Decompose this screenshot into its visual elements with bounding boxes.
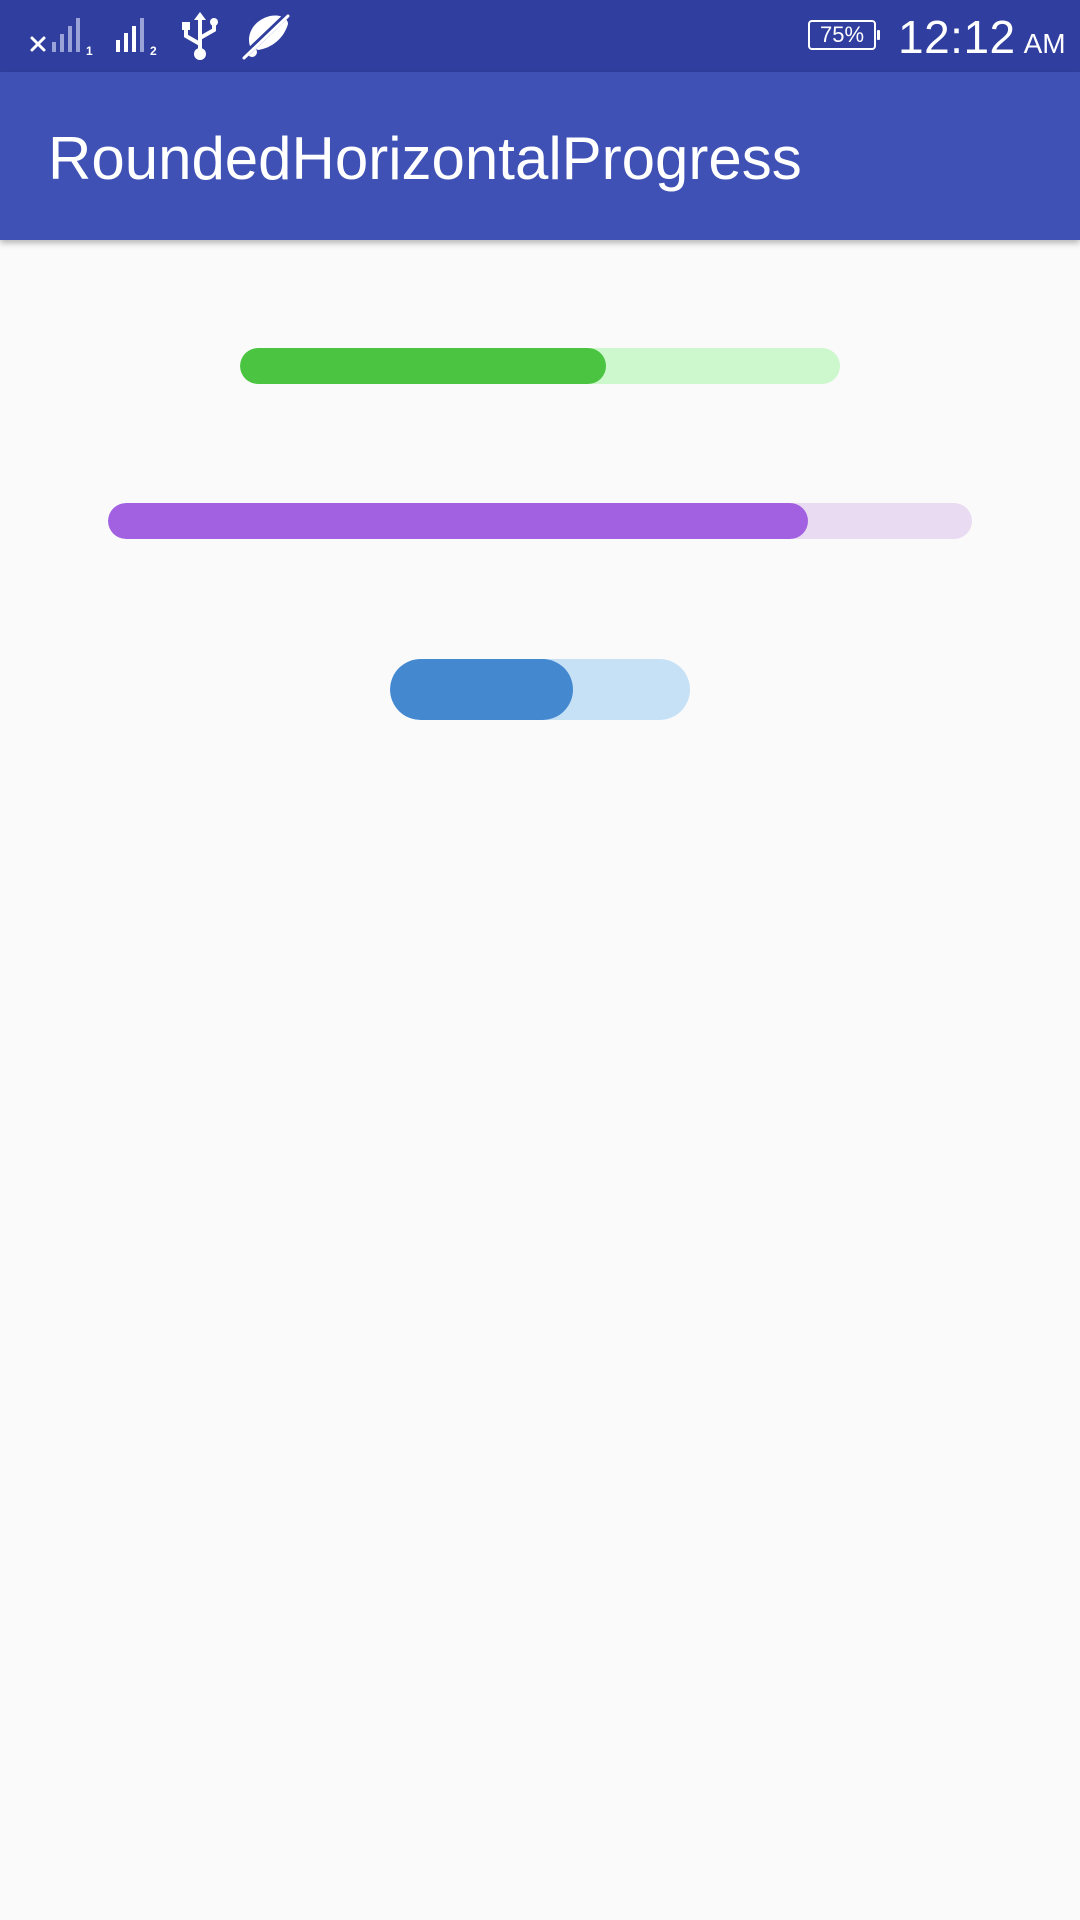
- progress-bar-green: [240, 348, 840, 384]
- svg-text:2: 2: [150, 44, 157, 56]
- progress-bar-purple: [108, 503, 972, 539]
- status-bar: 1 2 75% 12:12 AM: [0, 0, 1080, 72]
- status-clock: 12:12 AM: [898, 10, 1066, 63]
- clock-ampm: AM: [1023, 28, 1066, 59]
- signal-sim2-icon: 2: [114, 0, 166, 72]
- app-bar: RoundedHorizontalProgress: [0, 72, 1080, 240]
- battery-level: 75%: [819, 22, 865, 47]
- progress-bar-blue: [390, 659, 690, 720]
- signal-sim1-no-service-icon: 1: [28, 0, 102, 72]
- progress-fill-green: [240, 348, 606, 384]
- battery-icon: 75%: [808, 20, 880, 50]
- progress-fill-blue: [390, 659, 573, 720]
- usb-icon: [178, 0, 222, 72]
- svg-text:1: 1: [86, 44, 93, 56]
- location-off-icon: [240, 0, 292, 72]
- clock-time: 12:12: [898, 11, 1016, 63]
- progress-fill-purple: [108, 503, 808, 539]
- app-title: RoundedHorizontalProgress: [48, 125, 802, 192]
